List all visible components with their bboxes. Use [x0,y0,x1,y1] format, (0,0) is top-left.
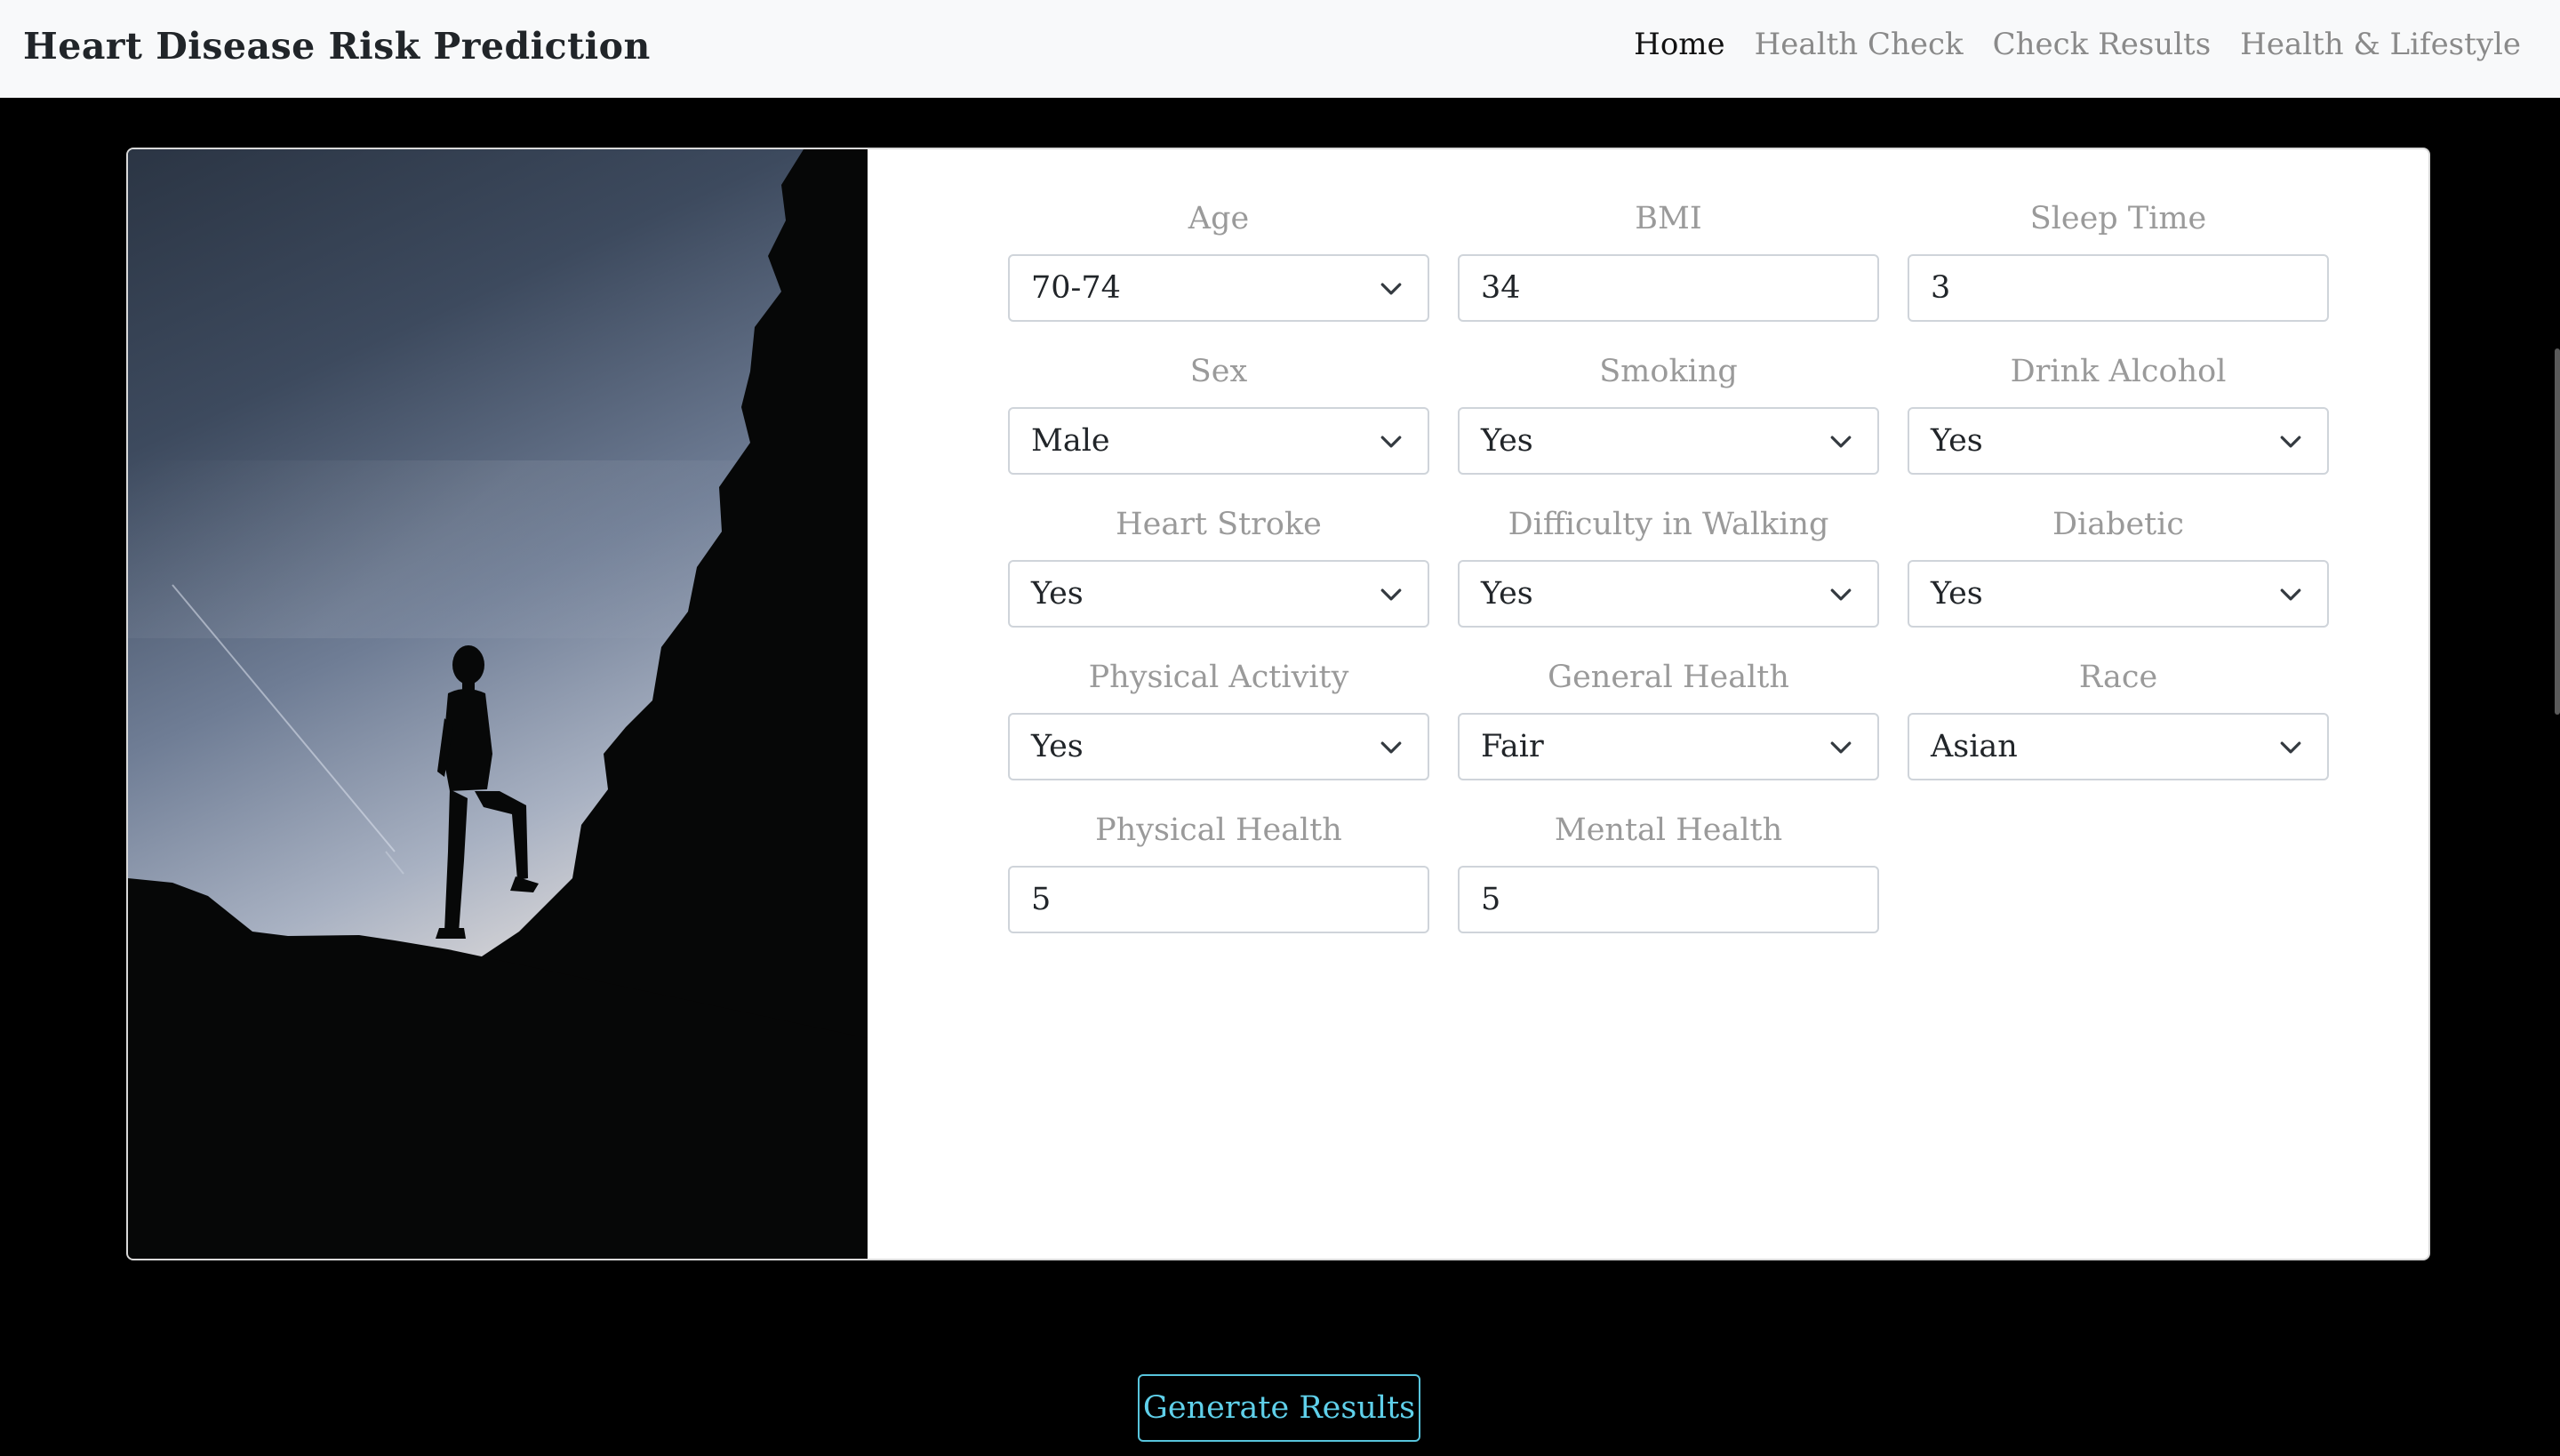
diabetic-value: Yes [1931,576,1983,612]
mental-health-input[interactable]: 5 [1458,866,1879,933]
age-select[interactable]: 70-74 [1008,254,1429,322]
diabetic-field: Diabetic Yes [1908,503,2329,628]
nav-link-check-results[interactable]: Check Results [1993,27,2212,62]
hero-photo [128,149,868,1259]
smoking-select[interactable]: Yes [1458,407,1879,475]
drink-alcohol-select[interactable]: Yes [1908,407,2329,475]
chevron-down-icon [2280,588,2301,601]
mental-health-field: Mental Health 5 [1458,809,1879,933]
general-health-value: Fair [1481,729,1544,764]
navbar-brand[interactable]: Heart Disease Risk Prediction [23,25,651,68]
bmi-label: BMI [1635,201,1702,236]
age-label: Age [1188,201,1250,236]
general-health-label: General Health [1548,660,1789,695]
silhouette-image [128,149,868,1259]
difficulty-walking-select[interactable]: Yes [1458,560,1879,628]
chevron-down-icon [1380,283,1402,295]
physical-activity-value: Yes [1031,729,1084,764]
heart-stroke-field: Heart Stroke Yes [1008,503,1429,628]
difficulty-walking-label: Difficulty in Walking [1508,507,1829,542]
chevron-down-icon [1380,588,1402,601]
heart-stroke-label: Heart Stroke [1116,507,1322,542]
drink-alcohol-value: Yes [1931,423,1983,459]
form-card: Age 70-74 BMI 34 Sleep Time 3 Sex Male S… [126,148,2430,1260]
mental-health-label: Mental Health [1554,812,1783,848]
nav-link-health-check[interactable]: Health Check [1755,27,1964,62]
physical-health-input[interactable]: 5 [1008,866,1429,933]
age-value: 70-74 [1031,270,1121,306]
bmi-value: 34 [1481,270,1521,306]
sleep-time-input[interactable]: 3 [1908,254,2329,322]
diabetic-label: Diabetic [2052,507,2185,542]
physical-health-field: Physical Health 5 [1008,809,1429,933]
chevron-down-icon [2280,436,2301,448]
chevron-down-icon [1380,436,1402,448]
drink-alcohol-field: Drink Alcohol Yes [1908,350,2329,475]
nav-links: Home Health Check Check Results Health &… [1634,27,2521,62]
heart-stroke-value: Yes [1031,576,1084,612]
generate-results-button[interactable]: Generate Results [1138,1374,1420,1442]
chevron-down-icon [1380,741,1402,754]
general-health-select[interactable]: Fair [1458,713,1879,780]
race-label: Race [2078,660,2158,695]
smoking-value: Yes [1481,423,1533,459]
bmi-field: BMI 34 [1458,197,1879,322]
sleep-time-value: 3 [1931,270,1951,306]
chevron-down-icon [1830,588,1852,601]
diabetic-select[interactable]: Yes [1908,560,2329,628]
sex-label: Sex [1189,354,1248,389]
heart-stroke-select[interactable]: Yes [1008,560,1429,628]
physical-activity-label: Physical Activity [1088,660,1349,695]
chevron-down-icon [1830,436,1852,448]
page-scrollbar[interactable] [2555,348,2560,715]
race-field: Race Asian [1908,656,2329,780]
navbar: Heart Disease Risk Prediction Home Healt… [0,0,2560,98]
sex-field: Sex Male [1008,350,1429,475]
sex-value: Male [1031,423,1110,459]
age-field: Age 70-74 [1008,197,1429,322]
physical-activity-select[interactable]: Yes [1008,713,1429,780]
drink-alcohol-label: Drink Alcohol [2010,354,2227,389]
mental-health-value: 5 [1481,882,1501,917]
physical-activity-field: Physical Activity Yes [1008,656,1429,780]
general-health-field: General Health Fair [1458,656,1879,780]
sleep-time-label: Sleep Time [2029,201,2207,236]
physical-health-value: 5 [1031,882,1052,917]
race-select[interactable]: Asian [1908,713,2329,780]
chevron-down-icon [2280,741,2301,754]
physical-health-label: Physical Health [1095,812,1342,848]
difficulty-walking-field: Difficulty in Walking Yes [1458,503,1879,628]
chevron-down-icon [1830,741,1852,754]
nav-link-health-lifestyle[interactable]: Health & Lifestyle [2240,27,2521,62]
race-value: Asian [1931,729,2018,764]
smoking-label: Smoking [1599,354,1738,389]
difficulty-walking-value: Yes [1481,576,1533,612]
sleep-time-field: Sleep Time 3 [1908,197,2329,322]
bmi-input[interactable]: 34 [1458,254,1879,322]
nav-link-home[interactable]: Home [1634,27,1724,62]
smoking-field: Smoking Yes [1458,350,1879,475]
sex-select[interactable]: Male [1008,407,1429,475]
